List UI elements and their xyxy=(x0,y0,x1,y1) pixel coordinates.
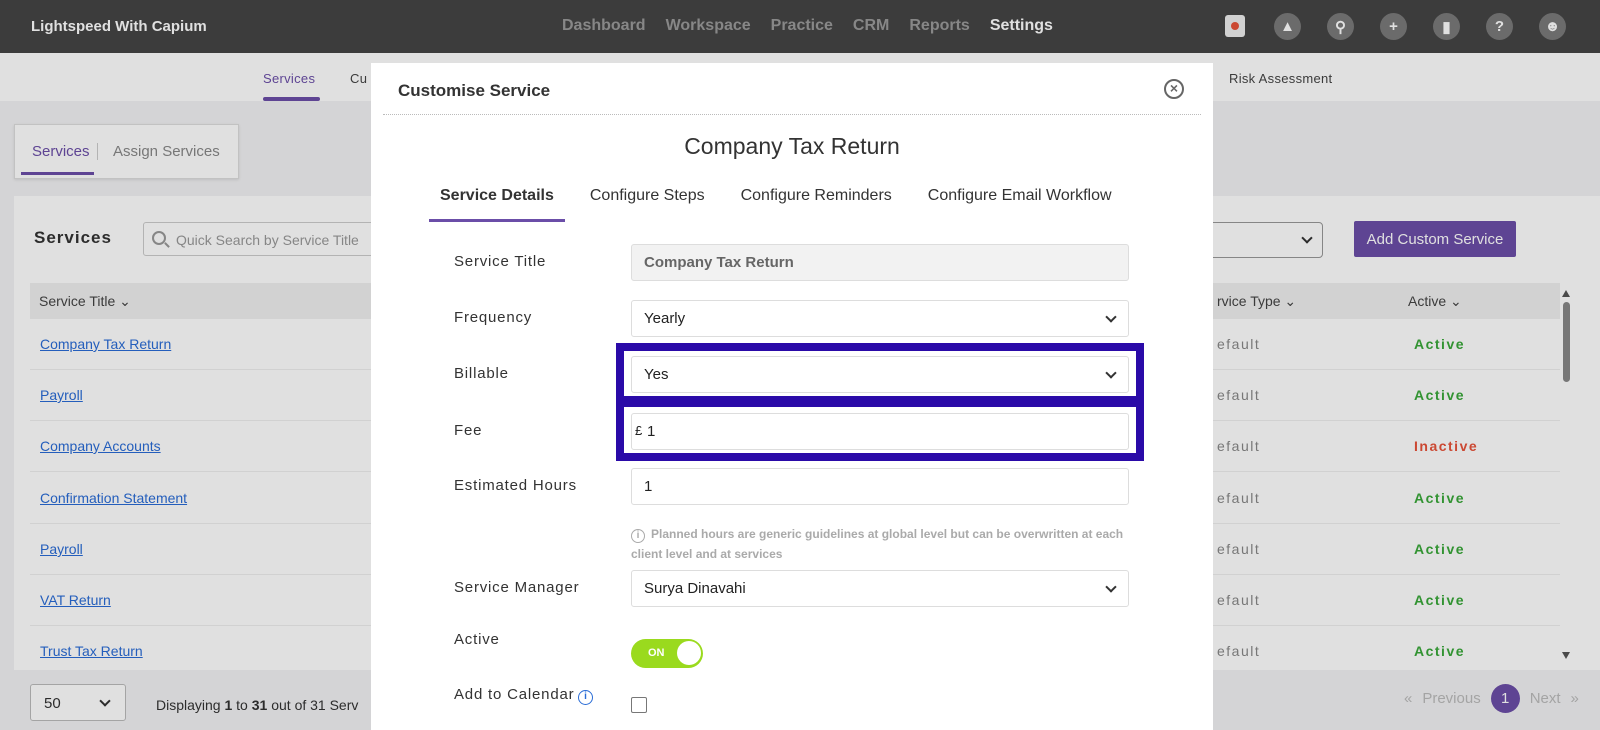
currency-symbol: £ xyxy=(635,423,643,438)
chevron-down-icon xyxy=(1105,367,1117,379)
planned-hours-hint: i Planned hours are generic guidelines at… xyxy=(631,527,1124,561)
tab-configure-reminders[interactable]: Configure Reminders xyxy=(741,187,892,222)
tab-configure-steps[interactable]: Configure Steps xyxy=(590,187,705,222)
estimated-hours-value: 1 xyxy=(644,478,653,495)
billable-select[interactable]: Yes xyxy=(631,356,1129,393)
billable-value: Yes xyxy=(644,366,669,383)
chevron-down-icon xyxy=(1105,311,1117,323)
estimated-hours-label: Estimated Hours xyxy=(454,477,577,494)
close-icon[interactable]: × xyxy=(1164,79,1184,99)
fee-label: Fee xyxy=(454,422,483,439)
active-label: Active xyxy=(454,631,500,648)
fee-value: 1 xyxy=(647,423,656,440)
modal-title: Customise Service xyxy=(398,81,551,100)
billable-label: Billable xyxy=(454,365,509,382)
modal-divider xyxy=(383,114,1201,115)
customise-service-modal: Customise Service × Company Tax Return S… xyxy=(371,63,1213,730)
add-to-calendar-label: Add to Calendar i xyxy=(454,686,594,705)
service-manager-select[interactable]: Surya Dinavahi xyxy=(631,570,1129,607)
toggle-state-text: ON xyxy=(648,647,665,659)
add-to-calendar-checkbox[interactable] xyxy=(631,697,647,713)
modal-tabs: Service Details Configure Steps Configur… xyxy=(429,187,1148,222)
chevron-down-icon xyxy=(1105,581,1117,593)
active-toggle[interactable]: ON xyxy=(631,639,703,668)
service-title-field: Company Tax Return xyxy=(631,244,1129,281)
info-icon[interactable]: i xyxy=(578,690,594,705)
frequency-label: Frequency xyxy=(454,309,533,326)
frequency-value: Yearly xyxy=(644,310,686,327)
service-manager-label: Service Manager xyxy=(454,579,580,596)
service-title-value: Company Tax Return xyxy=(644,254,794,271)
toggle-knob xyxy=(677,641,701,665)
service-name-heading: Company Tax Return xyxy=(684,133,900,159)
tab-configure-email-workflow[interactable]: Configure Email Workflow xyxy=(928,187,1112,222)
service-title-label: Service Title xyxy=(454,253,547,270)
frequency-select[interactable]: Yearly xyxy=(631,300,1129,337)
estimated-hours-input[interactable]: 1 xyxy=(631,468,1129,505)
tab-service-details[interactable]: Service Details xyxy=(429,187,565,222)
info-icon: i xyxy=(631,529,645,543)
fee-input[interactable]: £ 1 xyxy=(631,413,1129,450)
service-manager-value: Surya Dinavahi xyxy=(644,580,746,597)
